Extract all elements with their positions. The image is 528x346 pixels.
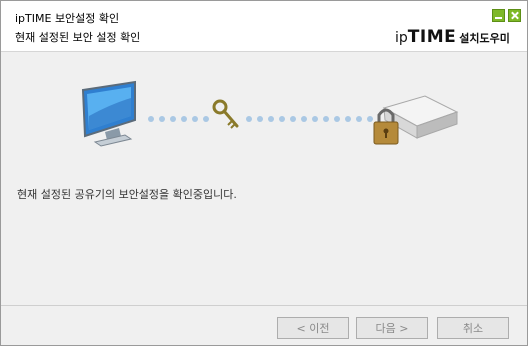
footer-divider: [1, 305, 527, 306]
connection-dots-left: [148, 116, 209, 122]
status-message: 현재 설정된 공유기의 보안설정을 확인중입니다.: [17, 188, 237, 201]
cancel-button[interactable]: 취소: [437, 317, 509, 339]
brand-logo: ip TIME 설치도우미: [395, 27, 510, 47]
window-title: ipTIME 보안설정 확인: [15, 12, 120, 25]
brand-help-label: 설치도우미: [459, 32, 510, 45]
page-subtitle: 현재 설정된 보안 설정 확인: [15, 31, 141, 44]
setup-window: ipTIME 보안설정 확인 현재 설정된 보안 설정 확인 ip TIME 설…: [0, 0, 528, 346]
header: ipTIME 보안설정 확인 현재 설정된 보안 설정 확인 ip TIME 설…: [1, 1, 527, 52]
connection-dots-right: [246, 116, 373, 122]
brand-logo-prefix: ip: [395, 30, 408, 46]
connection-illustration: [81, 80, 459, 147]
monitor-icon: [81, 80, 136, 147]
prev-button[interactable]: < 이전: [277, 317, 349, 339]
brand-logo-main: TIME: [407, 27, 457, 47]
next-button[interactable]: 다음 >: [356, 317, 428, 339]
close-button[interactable]: [508, 9, 521, 22]
key-icon: [212, 99, 239, 129]
minimize-button[interactable]: [492, 9, 505, 22]
